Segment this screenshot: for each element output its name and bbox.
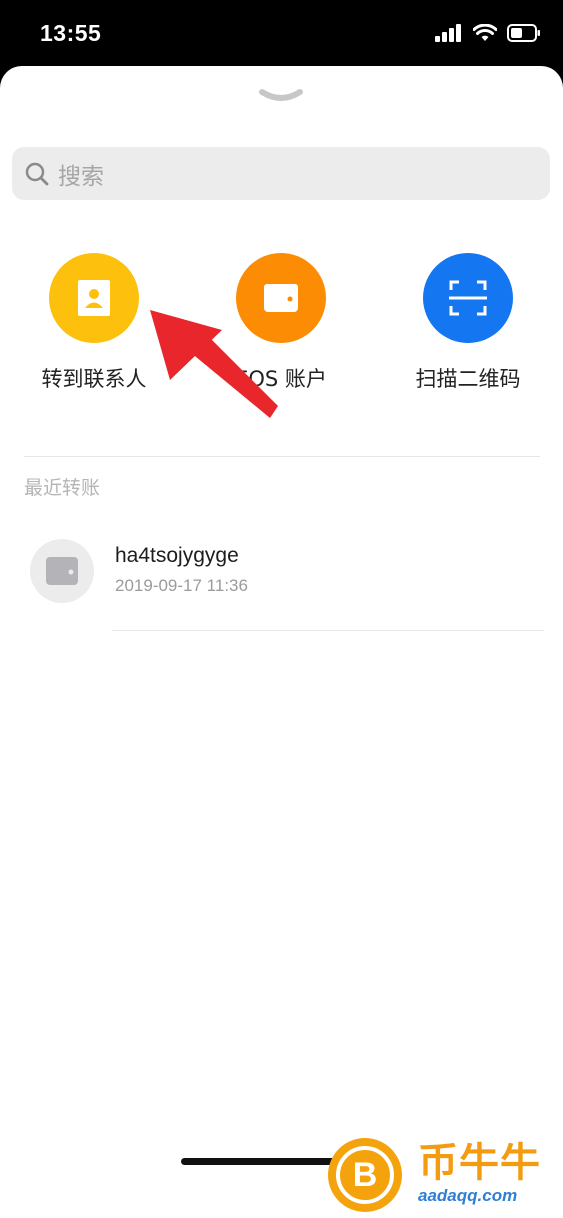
recent-account-name: ha4tsojygyge — [115, 544, 239, 567]
action-label: 转到联系人 — [41, 367, 147, 391]
collapse-sheet-handle[interactable] — [258, 86, 304, 106]
contact-circle — [49, 253, 139, 343]
eos-account-button[interactable]: EOS 账户 — [206, 253, 356, 393]
home-indicator — [181, 1158, 381, 1165]
search-input[interactable]: 搜索 — [12, 147, 550, 200]
status-time: 13:55 — [40, 20, 102, 46]
search-icon — [25, 162, 49, 185]
transfer-sheet: 搜索 转到联系人 EOS 账户 扫描二维码 最近转账 ha4tsojygyge … — [0, 66, 563, 1218]
wallet-icon — [264, 284, 298, 312]
avatar — [30, 539, 94, 603]
chevron-down-icon — [259, 89, 303, 101]
signal-icon — [435, 23, 463, 47]
qr-scan-icon — [449, 280, 487, 316]
wallet-circle — [236, 253, 326, 343]
battery-icon — [507, 23, 541, 47]
item-divider — [112, 630, 544, 631]
wifi-icon — [472, 23, 498, 47]
contact-card-icon — [78, 280, 110, 316]
scan-circle — [423, 253, 513, 343]
wallet-icon — [46, 557, 78, 585]
action-label: EOS 账户 — [235, 367, 327, 391]
search-placeholder: 搜索 — [58, 163, 104, 190]
scan-qr-button[interactable]: 扫描二维码 — [393, 253, 543, 393]
section-divider — [24, 456, 540, 457]
recent-timestamp: 2019-09-17 11:36 — [115, 576, 248, 595]
status-bar: 13:55 — [0, 0, 563, 66]
recent-transfer-item[interactable]: ha4tsojygyge 2019-09-17 11:36 — [0, 524, 563, 624]
action-label: 扫描二维码 — [415, 367, 521, 391]
transfer-to-contact-button[interactable]: 转到联系人 — [19, 253, 169, 393]
recent-transfers-title: 最近转账 — [24, 477, 101, 499]
status-icons — [435, 22, 541, 48]
